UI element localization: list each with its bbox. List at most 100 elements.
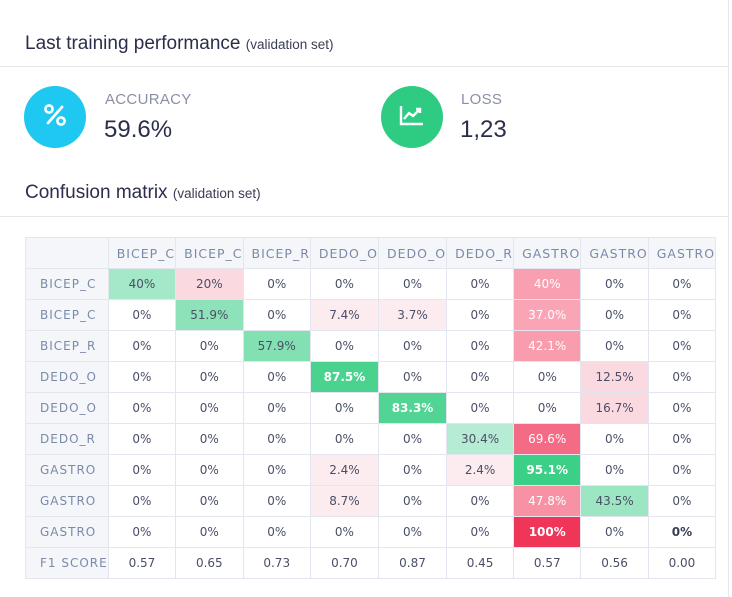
loss-badge (381, 86, 443, 148)
matrix-cell: 0% (242, 361, 311, 393)
matrix-cell: 3.7% (377, 299, 448, 331)
matrix-cell: 0% (107, 485, 177, 517)
matrix-cell: 0% (175, 392, 244, 424)
matrix-row: DEDO_O 0% 0% 0% 0% 83.3% 0% 0% 16.7% 0% (25, 392, 717, 424)
matrix-cell: 0% (309, 330, 379, 362)
matrix-row: BICEP_C 40% 20% 0% 0% 0% 0% 40% 0% 0% (25, 268, 717, 300)
performance-subtitle: (validation set) (245, 37, 334, 52)
matrix-cell: 0% (647, 268, 717, 300)
confusion-title: Confusion matrix (25, 182, 168, 203)
matrix-cell: 42.1% (513, 330, 582, 362)
matrix-cell: 0% (242, 485, 311, 517)
matrix-cell: 47.8% (513, 485, 582, 517)
f1-score-cell: 0.87 (377, 547, 448, 579)
matrix-cell: 0% (647, 330, 717, 362)
f1-score-cell: 0.45 (446, 547, 515, 579)
matrix-cell: 0% (647, 485, 717, 517)
matrix-cell: 0% (107, 516, 177, 548)
matrix-cell: 0% (580, 454, 649, 486)
matrix-cell: 0% (107, 392, 177, 424)
confusion-subtitle: (validation set) (172, 186, 261, 201)
matrix-column-header: DEDO_O (309, 237, 379, 269)
matrix-cell: 0% (446, 268, 515, 300)
matrix-corner (25, 237, 109, 269)
matrix-row: BICEP_C 0% 51.9% 0% 7.4% 3.7% 0% 37.0% 0% 0% (25, 299, 717, 331)
confusion-heading: Confusion matrix (validation set) (25, 182, 261, 204)
matrix-cell: 0% (446, 516, 515, 548)
percent-icon (42, 102, 68, 133)
matrix-cell: 8.7% (309, 485, 379, 517)
accuracy-badge (24, 86, 86, 148)
loss-value: 1,23 (460, 116, 507, 143)
matrix-cell: 0% (242, 423, 311, 455)
matrix-cell: 0% (377, 330, 448, 362)
matrix-column-header: BICEP_C (175, 237, 244, 269)
matrix-column-header: DEDO_R (446, 237, 515, 269)
performance-title: Last training performance (25, 33, 241, 54)
matrix-cell: 0% (580, 268, 649, 300)
matrix-row-header: GASTRO (25, 454, 109, 486)
matrix-row: GASTRO 0% 0% 0% 2.4% 0% 2.4% 95.1% 0% 0% (25, 454, 717, 486)
matrix-cell: 0% (309, 516, 379, 548)
matrix-cell: 0% (513, 361, 582, 393)
matrix-cell: 0% (242, 299, 311, 331)
matrix-cell: 0% (446, 330, 515, 362)
matrix-row: GASTRO 0% 0% 0% 8.7% 0% 0% 47.8% 43.5% 0% (25, 485, 717, 517)
f1-score-cell: 0.56 (580, 547, 649, 579)
matrix-cell: 100% (513, 516, 582, 548)
matrix-cell: 0% (175, 454, 244, 486)
matrix-row-header: BICEP_C (25, 299, 109, 331)
f1-score-row: F1 SCORE 0.57 0.65 0.73 0.70 0.87 0.45 0.57 0.56… (25, 547, 717, 579)
matrix-cell: 12.5% (580, 361, 649, 393)
trend-up-icon (399, 104, 425, 131)
matrix-row-header: GASTRO (25, 516, 109, 548)
matrix-header-row: BICEP_C BICEP_C BICEP_R DEDO_O DEDO_O DEDO_R G… (25, 237, 717, 269)
matrix-cell: 57.9% (242, 330, 311, 362)
matrix-cell: 16.7% (580, 392, 649, 424)
matrix-cell: 69.6% (513, 423, 582, 455)
matrix-cell: 0% (446, 299, 515, 331)
f1-score-label: F1 SCORE (25, 547, 109, 579)
matrix-cell: 0% (242, 516, 311, 548)
matrix-cell: 0% (580, 299, 649, 331)
matrix-cell: 0% (107, 423, 177, 455)
matrix-cell: 0% (242, 268, 311, 300)
matrix-cell: 87.5% (309, 361, 379, 393)
matrix-cell: 2.4% (309, 454, 379, 486)
matrix-row-header: BICEP_R (25, 330, 109, 362)
matrix-cell: 0% (377, 423, 448, 455)
matrix-row-header: DEDO_R (25, 423, 109, 455)
matrix-cell: 0% (377, 268, 448, 300)
matrix-row: DEDO_O 0% 0% 0% 87.5% 0% 0% 0% 12.5% 0% (25, 361, 717, 393)
matrix-cell: 0% (242, 454, 311, 486)
f1-score-cell: 0.65 (175, 547, 244, 579)
matrix-cell: 0% (242, 392, 311, 424)
matrix-row-header: DEDO_O (25, 361, 109, 393)
matrix-cell: 30.4% (446, 423, 515, 455)
matrix-row-header: GASTRO (25, 485, 109, 517)
matrix-body: BICEP_C 40% 20% 0% 0% 0% 0% 40% 0% 0% BICEP_C 0% 51.… (25, 268, 717, 579)
matrix-column-header: BICEP_C (107, 237, 177, 269)
matrix-column-header: GASTRO (647, 237, 717, 269)
divider (0, 66, 728, 67)
matrix-cell: 0% (107, 330, 177, 362)
matrix-cell: 0% (647, 516, 717, 548)
divider (0, 216, 728, 217)
matrix-cell: 0% (446, 392, 515, 424)
matrix-cell: 0% (175, 330, 244, 362)
matrix-cell: 7.4% (309, 299, 379, 331)
f1-score-cell: 0.73 (242, 547, 311, 579)
matrix-cell: 43.5% (580, 485, 649, 517)
f1-score-cell: 0.00 (647, 547, 717, 579)
matrix-row: BICEP_R 0% 0% 57.9% 0% 0% 0% 42.1% 0% 0% (25, 330, 717, 362)
matrix-cell: 0% (175, 516, 244, 548)
matrix-cell: 0% (377, 485, 448, 517)
matrix-cell: 20% (175, 268, 244, 300)
matrix-cell: 0% (309, 423, 379, 455)
loss-label: LOSS (461, 91, 503, 108)
matrix-cell: 2.4% (446, 454, 515, 486)
matrix-cell: 0% (647, 423, 717, 455)
performance-heading: Last training performance (validation se… (25, 33, 334, 55)
matrix-column-header: GASTRO (580, 237, 649, 269)
matrix-cell: 0% (647, 454, 717, 486)
